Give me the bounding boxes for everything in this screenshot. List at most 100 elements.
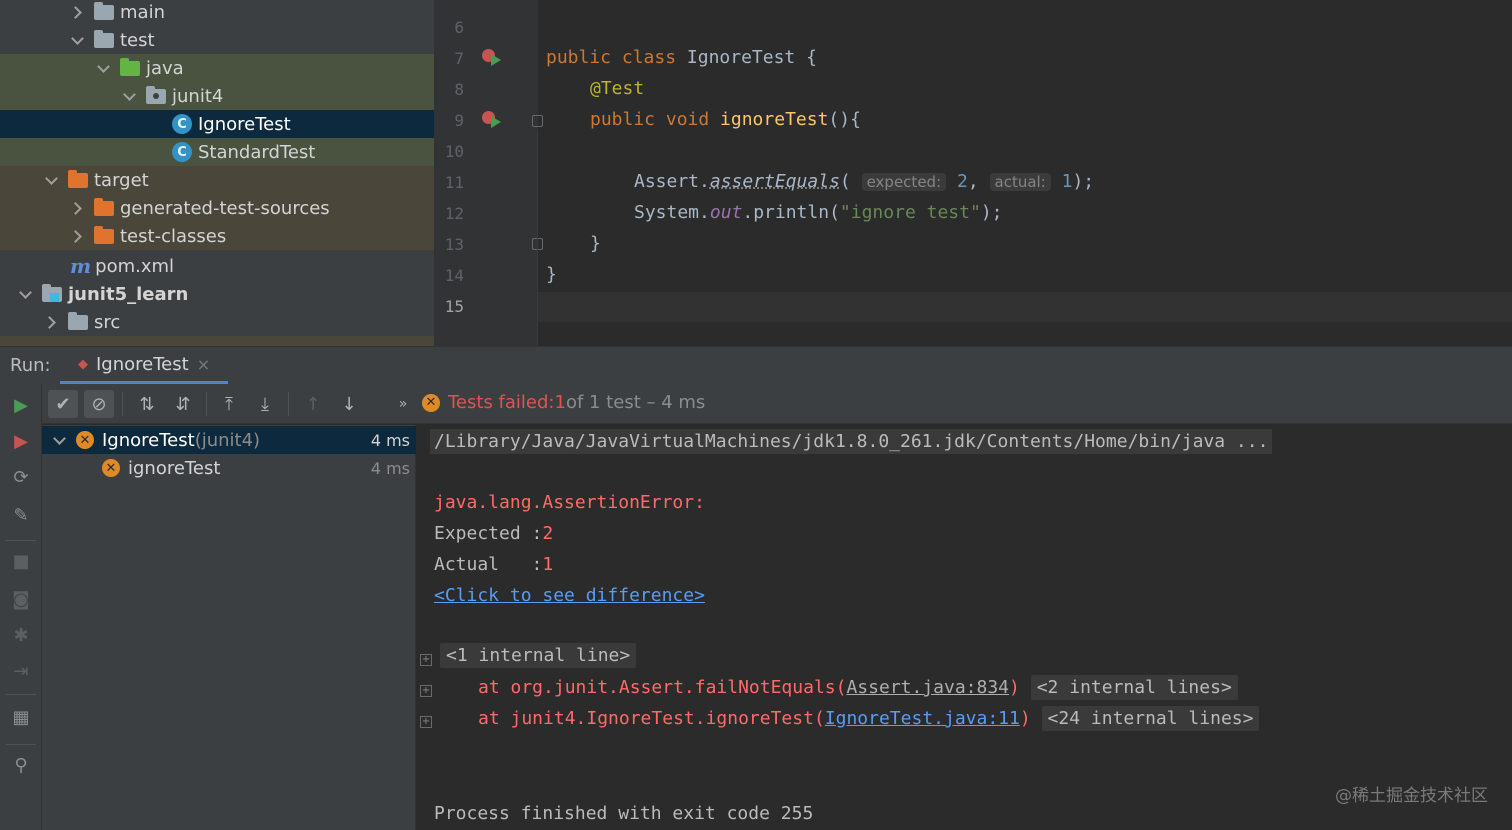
stack-trace-line: at org.junit.Assert.failNotEquals(Assert… [478,675,1238,700]
run-side-toolbar: ▶ ▶ ⟳ ✎ ■ ◙ ✱ ⇥ ▦ ⚲ [0,384,42,830]
code-line-9: public void ignoreTest(){ [590,109,861,130]
parameter-hint: expected: [861,173,947,191]
folder-icon [94,29,114,48]
test-results-tree: ✕ IgnoreTest (junit4) 4 ms ✕ ignoreTest … [42,425,416,830]
test-result-row[interactable]: ✕ ignoreTest 4 ms [42,454,416,482]
code-line-13: } [590,233,601,254]
tab-ignoretest[interactable]: ◆ IgnoreTest × [60,347,229,385]
chevron-right-icon[interactable] [70,201,84,215]
tree-item-target[interactable]: target [0,166,434,194]
class-icon: C [172,142,192,162]
actual-line: Actual :1 [434,554,554,575]
tree-item-test[interactable]: test [0,26,434,54]
excluded-folder-icon [94,225,114,244]
chevron-right-icon[interactable] [70,229,84,243]
failed-test-icon: ✕ [76,431,94,449]
diff-link[interactable]: <Click to see difference> [434,585,705,606]
close-icon[interactable]: × [197,355,210,374]
line-number: 14 [444,266,464,285]
chevron-down-icon[interactable] [44,173,58,187]
package-icon [146,85,166,104]
command-line[interactable]: /Library/Java/JavaVirtualMachines/jdk1.8… [430,429,1273,454]
sort-alpha-icon[interactable]: ⇅ [132,390,162,418]
error-class: java.lang.AssertionError: [434,492,705,513]
line-number: 8 [454,80,464,99]
console-output[interactable]: /Library/Java/JavaVirtualMachines/jdk1.8… [416,425,1512,830]
expand-icon[interactable]: + [420,685,432,697]
line-number: 15 [444,297,464,316]
chevron-down-icon[interactable] [52,433,66,447]
line-number: 12 [444,204,464,223]
chevron-right-icon[interactable] [44,315,58,329]
internal-lines-fold[interactable]: <24 internal lines> [1041,706,1260,731]
code-line-14: } [546,264,557,285]
source-link[interactable]: Assert.java:834 [846,677,1009,698]
code-editor[interactable]: 6 7 8 9 10 11 12 13 14 15 public class I… [434,0,1512,346]
wrench-icon[interactable]: ✎ [8,502,34,528]
debug-icon[interactable]: ✱ [8,622,34,648]
run-toolbar: ✔ ⊘ ⇅ ⇵ ⤒ ⤓ ↑ ↓ » ✕ Tests failed: 1 of 1… [42,384,1512,424]
line-number: 9 [454,111,464,130]
code-line-7: public class IgnoreTest { [546,47,817,68]
expand-all-icon[interactable]: ⤒ [214,390,244,418]
stop-icon[interactable]: ■ [8,548,34,574]
run-test-method-icon[interactable] [482,110,504,130]
toggle-auto-test-icon[interactable]: ⟳ [8,464,34,490]
expand-icon[interactable]: + [420,716,432,728]
test-result-row[interactable]: ✕ IgnoreTest (junit4) 4 ms [42,426,416,454]
tree-item-generated-test-sources[interactable]: generated-test-sources [0,194,434,222]
tree-item-pom[interactable]: m pom.xml [0,252,434,280]
line-number: 13 [444,235,464,254]
run-test-class-icon[interactable] [482,48,504,68]
tree-item-junit4[interactable]: junit4 [0,82,434,110]
internal-line-fold[interactable]: <1 internal line> [440,643,637,668]
exit-message: Process finished with exit code 255 [434,803,814,824]
show-ignored-icon[interactable]: ⊘ [84,390,114,418]
tree-item-ignoretest[interactable]: C IgnoreTest [0,110,434,138]
sort-duration-icon[interactable]: ⇵ [168,390,198,418]
chevron-right-icon[interactable] [70,5,84,19]
fold-marker-icon[interactable] [532,115,543,127]
internal-lines-fold[interactable]: <2 internal lines> [1030,675,1238,700]
caret-line-highlight [538,292,1512,322]
tree-item-test-classes[interactable]: test-classes [0,222,434,250]
chevron-down-icon[interactable] [70,33,84,47]
tree-item-partial [0,336,434,346]
show-passed-icon[interactable]: ✔ [48,390,78,418]
class-icon: C [172,114,192,134]
line-number: 7 [454,49,464,68]
collapse-all-icon[interactable]: ⤓ [250,390,280,418]
test-sources-folder-icon [120,57,140,76]
excluded-folder-icon [94,197,114,216]
rerun-icon[interactable]: ▶ [8,392,34,418]
failed-test-icon: ✕ [102,459,120,477]
tree-item-standardtest[interactable]: C StandardTest [0,138,434,166]
tree-item-main[interactable]: main [0,0,434,26]
module-icon [42,283,62,302]
pin-icon[interactable]: ⚲ [8,752,34,778]
line-number: 11 [444,173,464,192]
tree-item-java[interactable]: java [0,54,434,82]
tree-item-src[interactable]: src [0,308,434,336]
test-config-icon: ◆ [78,356,88,372]
more-icon[interactable]: » [388,390,418,418]
export-icon[interactable]: ⇥ [8,658,34,684]
chevron-down-icon[interactable] [18,287,32,301]
chevron-down-icon[interactable] [96,61,110,75]
source-link[interactable]: IgnoreTest.java:11 [825,708,1020,729]
watermark: @稀土掘金技术社区 [1335,786,1488,806]
code-line-12: System.out.println("ignore test"); [634,202,1003,223]
project-tree: main test java junit4 C IgnoreTest C Sta… [0,0,434,346]
run-tool-window-header: Run: ◆ IgnoreTest × [0,346,1512,385]
layout-icon[interactable]: ▦ [8,704,34,730]
rerun-failed-icon[interactable]: ▶ [8,428,34,454]
camera-icon[interactable]: ◙ [8,586,34,612]
next-failed-icon[interactable]: ↓ [334,390,364,418]
previous-failed-icon[interactable]: ↑ [298,390,328,418]
tree-item-junit5-learn[interactable]: junit5_learn [0,280,434,308]
stack-trace-line: at junit4.IgnoreTest.ignoreTest(IgnoreTe… [478,706,1260,731]
excluded-folder-icon [68,169,88,188]
chevron-down-icon[interactable] [122,89,136,103]
expand-icon[interactable]: + [420,654,432,666]
failed-badge-icon: ✕ [422,393,440,412]
